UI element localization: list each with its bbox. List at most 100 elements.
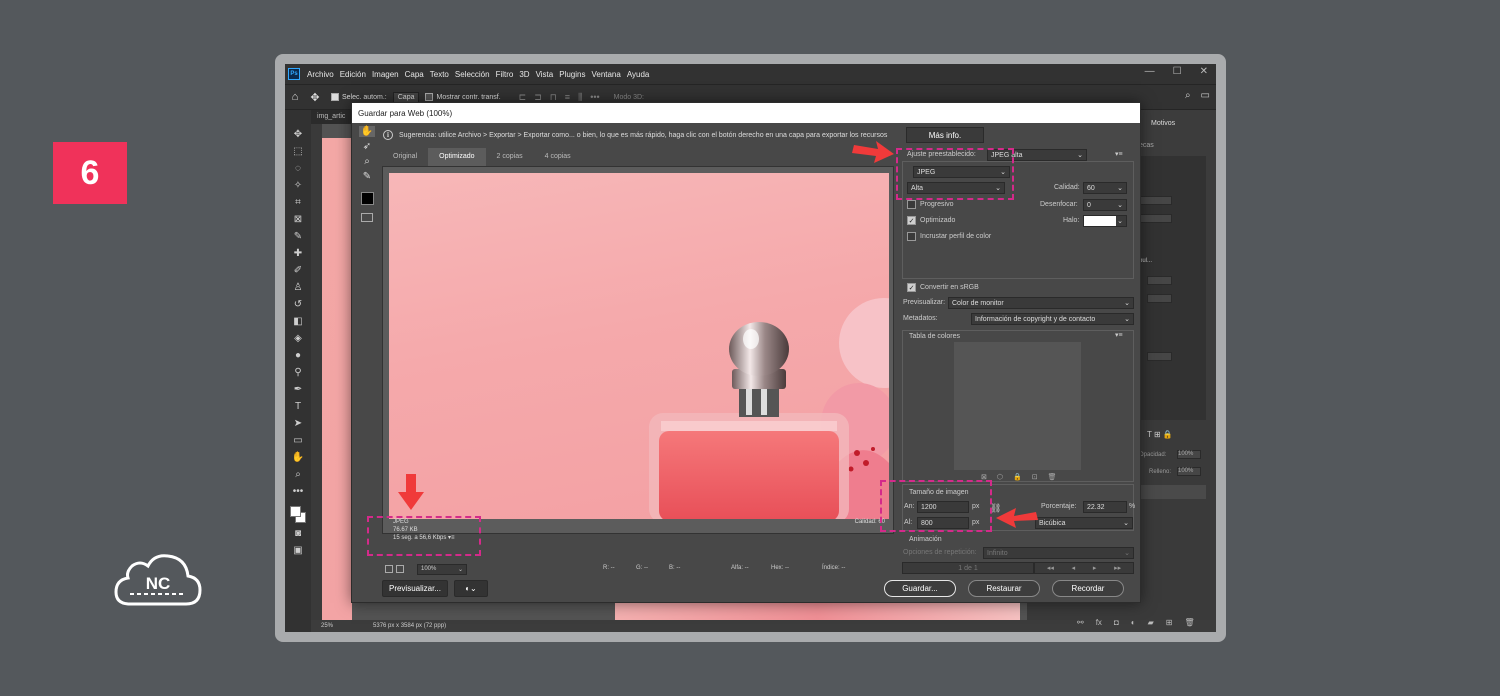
menu-3d[interactable]: 3D	[516, 70, 532, 79]
type-icon[interactable]: T	[295, 400, 301, 414]
progressive-checkbox[interactable]	[907, 200, 916, 209]
remember-button[interactable]: Recordar	[1052, 580, 1124, 597]
search-icon[interactable]: ⌕	[1185, 90, 1191, 101]
new-color-icon[interactable]: ⊡	[1032, 473, 1038, 481]
frame-icon[interactable]: ⊠	[294, 213, 302, 227]
web-shift-icon[interactable]: ⬡	[997, 473, 1003, 481]
tab-original[interactable]: Original	[382, 148, 428, 166]
next-frame-icon[interactable]: ▸▸	[1114, 564, 1121, 572]
home-icon[interactable]: ⌂	[285, 91, 305, 103]
path-select-icon[interactable]: ➤	[294, 417, 302, 431]
play-icon[interactable]: ▸	[1093, 564, 1097, 572]
layer-select[interactable]: Capa	[392, 91, 420, 103]
menu-archivo[interactable]: Archivo	[304, 70, 337, 79]
status-zoom[interactable]: 25%	[321, 623, 333, 629]
opacity-field[interactable]: 100%	[1177, 450, 1201, 459]
tab-2-copias[interactable]: 2 copias	[486, 148, 534, 166]
close-icon[interactable]: ✕	[1200, 66, 1208, 77]
eyedropper-icon[interactable]: ✎	[294, 230, 302, 244]
transform-controls-checkbox[interactable]	[425, 93, 434, 101]
percent-input[interactable]: 22.32	[1083, 501, 1127, 513]
menu-imagen[interactable]: Imagen	[369, 70, 402, 79]
toggle-slices-icon[interactable]	[361, 213, 373, 222]
mask-icon[interactable]: ◘	[1114, 618, 1119, 627]
healing-icon[interactable]: ✚	[294, 247, 302, 261]
color-table-menu-icon[interactable]: ▾≡	[1115, 331, 1123, 339]
crop-icon[interactable]: ⌗	[295, 196, 301, 210]
matte-select[interactable]: ⌄	[1083, 215, 1127, 227]
link-icon[interactable]: ⚯	[1077, 618, 1084, 627]
folder-icon[interactable]: ▰	[1148, 618, 1154, 627]
blur-select[interactable]: 0 ⌄	[1083, 199, 1127, 211]
align-top-icon[interactable]: ⊓	[550, 92, 557, 103]
menu-ayuda[interactable]: Ayuda	[624, 70, 653, 79]
preset-menu-icon[interactable]: ▾≡	[1115, 150, 1123, 158]
first-frame-icon[interactable]: ◂◂	[1047, 564, 1054, 572]
auto-select-checkbox[interactable]	[331, 93, 339, 101]
rectangle-icon[interactable]: ▭	[293, 434, 302, 448]
menu-ventana[interactable]: Ventana	[588, 70, 623, 79]
zoom-out-icon[interactable]	[385, 565, 393, 573]
zoom-select[interactable]: 100% ⌄	[417, 563, 467, 575]
reset-button[interactable]: Restaurar	[968, 580, 1040, 597]
motivos-tab[interactable]: Motivos	[1151, 120, 1175, 127]
save-button[interactable]: Guardar...	[884, 580, 956, 597]
lasso-icon[interactable]: ◌	[295, 162, 301, 176]
lock-color-icon[interactable]: 🔒	[1013, 473, 1022, 481]
menu-capa[interactable]: Capa	[402, 70, 427, 79]
preview-button[interactable]: Previsualizar...	[382, 580, 448, 597]
new-layer-icon[interactable]: ⊞	[1166, 618, 1173, 627]
distribute-icon[interactable]: ⫼	[578, 92, 582, 103]
menu-filtro[interactable]: Filtro	[493, 70, 517, 79]
marquee-icon[interactable]: ⬚	[293, 145, 302, 159]
pen-icon[interactable]: ✒	[294, 383, 302, 397]
zoom-icon[interactable]: ⌕	[364, 156, 370, 167]
embed-profile-checkbox[interactable]	[907, 232, 916, 241]
zoom-in-icon[interactable]	[396, 565, 404, 573]
eraser-icon[interactable]: ◧	[293, 315, 302, 329]
move-tool-icon[interactable]: ✥	[305, 91, 325, 104]
fill-field[interactable]: 100%	[1177, 467, 1201, 476]
panel-field-2[interactable]	[1137, 214, 1172, 223]
minimize-icon[interactable]: —	[1145, 66, 1155, 77]
quality-select[interactable]: 60 ⌄	[1083, 182, 1127, 194]
align-middle-icon[interactable]: ≡	[565, 92, 570, 103]
panel-select-3[interactable]	[1147, 352, 1172, 361]
align-center-icon[interactable]: ⊐	[534, 92, 542, 103]
fx-icon[interactable]: fx	[1096, 618, 1102, 627]
loop-select[interactable]: Infinito ⌄	[983, 547, 1134, 559]
convert-srgb-checkbox[interactable]: ✓	[907, 283, 916, 292]
adjustment-icon[interactable]: ◐	[1131, 618, 1136, 627]
menu-texto[interactable]: Texto	[427, 70, 452, 79]
trash-icon[interactable]: 🗑	[1184, 618, 1194, 627]
move-icon[interactable]: ✥	[294, 128, 302, 142]
delete-color-icon[interactable]: 🗑	[1048, 473, 1057, 481]
metadata-select[interactable]: Información de copyright y de contacto ⌄	[971, 313, 1134, 325]
screen-mode-icon[interactable]: ▣	[293, 544, 302, 558]
slice-select-icon[interactable]: ➶	[363, 141, 371, 152]
more-options-icon[interactable]: •••	[590, 92, 599, 103]
eyedropper-color-swatch[interactable]	[360, 192, 374, 205]
preview-area[interactable]: JPEG 76.67 KB 15 seg. a 56,6 Kbps ▾≡ Cal…	[382, 166, 894, 541]
browser-preview-button[interactable]: ◐⌄	[454, 580, 488, 597]
zoom-icon[interactable]: ⌕	[295, 468, 301, 482]
maximize-icon[interactable]: ☐	[1173, 66, 1182, 77]
panel-tab-fragment[interactable]: ecas	[1139, 142, 1154, 149]
magic-wand-icon[interactable]: ✧	[294, 179, 302, 193]
workspace-icon[interactable]: ▭	[1201, 90, 1210, 101]
optimized-preview-image[interactable]	[389, 173, 889, 519]
preview-mode-select[interactable]: Color de monitor ⌄	[948, 297, 1134, 309]
color-table[interactable]	[954, 342, 1081, 470]
color-swatches[interactable]	[290, 506, 306, 524]
prev-frame-icon[interactable]: ◂	[1072, 564, 1076, 572]
brush-icon[interactable]: ✐	[294, 264, 302, 278]
blur-icon[interactable]: ●	[295, 349, 301, 363]
tab-4-copias[interactable]: 4 copias	[534, 148, 582, 166]
hand-icon[interactable]: ✋	[358, 126, 376, 137]
paint-bucket-icon[interactable]: ◈	[294, 332, 302, 346]
panel-select-1[interactable]	[1147, 276, 1172, 285]
more-info-button[interactable]: Más info.	[906, 127, 984, 143]
dodge-icon[interactable]: ⚲	[294, 366, 301, 380]
more-tools-icon[interactable]: •••	[293, 485, 304, 499]
panel-field-1[interactable]	[1137, 196, 1172, 205]
